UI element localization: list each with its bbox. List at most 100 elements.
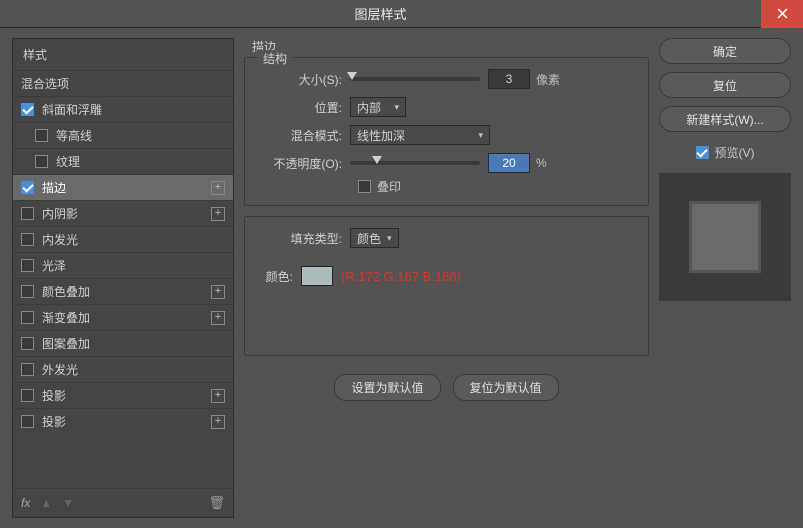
close-button[interactable] xyxy=(761,0,803,28)
size-input[interactable] xyxy=(488,69,530,89)
styles-footer: fx ▲ ▼ 🗑 xyxy=(13,488,233,517)
add-effect-icon[interactable]: + xyxy=(211,415,225,429)
size-row: 大小(S): 像素 xyxy=(255,66,638,92)
effect-checkbox[interactable] xyxy=(21,389,34,402)
effect-checkbox[interactable] xyxy=(21,259,34,272)
effect-label: 图案叠加 xyxy=(42,335,225,352)
trash-icon[interactable]: 🗑 xyxy=(208,495,225,511)
filltype-row: 填充类型: 颜色 ▾ xyxy=(255,225,638,251)
styles-header[interactable]: 样式 xyxy=(13,39,233,70)
effect-label: 颜色叠加 xyxy=(42,283,211,300)
effect-checkbox[interactable] xyxy=(21,337,34,350)
overprint-label: 叠印 xyxy=(377,178,401,195)
chevron-down-icon: ▾ xyxy=(478,130,483,141)
ok-button[interactable]: 确定 xyxy=(659,38,791,64)
position-label: 位置: xyxy=(255,99,350,116)
fill-fieldset: 填充类型: 颜色 ▾ 颜色: (R:172 G:187 B:188) xyxy=(244,216,649,356)
group-title: 描边 xyxy=(252,38,649,55)
effect-label: 纹理 xyxy=(56,153,225,170)
add-effect-icon[interactable]: + xyxy=(211,285,225,299)
chevron-down-icon: ▾ xyxy=(387,233,392,244)
effect-row[interactable]: 内阴影+ xyxy=(13,200,233,226)
add-effect-icon[interactable]: + xyxy=(211,389,225,403)
effect-checkbox[interactable] xyxy=(21,233,34,246)
effect-label: 光泽 xyxy=(42,257,225,274)
effect-row[interactable]: 外发光 xyxy=(13,356,233,382)
effect-row[interactable]: 颜色叠加+ xyxy=(13,278,233,304)
titlebar: 图层样式 xyxy=(0,0,803,28)
down-arrow-icon[interactable]: ▼ xyxy=(62,496,74,510)
effect-checkbox[interactable] xyxy=(21,181,34,194)
cancel-button[interactable]: 复位 xyxy=(659,72,791,98)
blendmode-value: 线性加深 xyxy=(357,127,405,144)
effect-row[interactable]: 渐变叠加+ xyxy=(13,304,233,330)
effect-row[interactable]: 斜面和浮雕 xyxy=(13,96,233,122)
chevron-down-icon: ▾ xyxy=(394,102,399,113)
effect-label: 外发光 xyxy=(42,361,225,378)
set-default-button[interactable]: 设置为默认值 xyxy=(334,374,440,401)
effect-row[interactable]: 图案叠加 xyxy=(13,330,233,356)
blend-options-label: 混合选项 xyxy=(21,75,225,92)
color-row: 颜色: (R:172 G:187 B:188) xyxy=(255,263,638,289)
add-effect-icon[interactable]: + xyxy=(211,311,225,325)
effect-checkbox[interactable] xyxy=(21,103,34,116)
effect-row[interactable]: 投影+ xyxy=(13,382,233,408)
styles-panel: 样式 混合选项 斜面和浮雕等高线纹理描边+内阴影+内发光光泽颜色叠加+渐变叠加+… xyxy=(12,38,234,518)
effect-checkbox[interactable] xyxy=(21,311,34,324)
blendmode-row: 混合模式: 线性加深 ▾ xyxy=(255,122,638,148)
effect-row[interactable]: 等高线 xyxy=(13,122,233,148)
filltype-dropdown[interactable]: 颜色 ▾ xyxy=(350,228,399,248)
action-panel: 确定 复位 新建样式(W)... 预览(V) xyxy=(659,38,791,518)
effect-label: 斜面和浮雕 xyxy=(42,101,225,118)
effect-checkbox[interactable] xyxy=(21,363,34,376)
settings-panel: 描边 结构 大小(S): 像素 位置: 内部 ▾ 混合模式: 线性加深 xyxy=(244,38,649,518)
add-effect-icon[interactable]: + xyxy=(211,207,225,221)
size-label: 大小(S): xyxy=(255,71,350,88)
position-dropdown[interactable]: 内部 ▾ xyxy=(350,97,406,117)
preview-label: 预览(V) xyxy=(715,144,755,161)
opacity-slider[interactable] xyxy=(350,161,480,165)
preview-swatch xyxy=(689,201,761,273)
opacity-input[interactable] xyxy=(488,153,530,173)
preview-box xyxy=(659,173,791,301)
overprint-checkbox[interactable] xyxy=(358,180,371,193)
preview-checkbox[interactable] xyxy=(696,146,709,159)
size-slider[interactable] xyxy=(350,77,480,81)
blendmode-label: 混合模式: xyxy=(255,127,350,144)
window-title: 图层样式 xyxy=(0,4,761,23)
effect-label: 内阴影 xyxy=(42,205,211,222)
effect-row[interactable]: 内发光 xyxy=(13,226,233,252)
filltype-value: 颜色 xyxy=(357,230,381,247)
filltype-label: 填充类型: xyxy=(255,230,350,247)
effect-checkbox[interactable] xyxy=(35,129,48,142)
effect-label: 渐变叠加 xyxy=(42,309,211,326)
slider-thumb-icon[interactable] xyxy=(347,72,357,80)
color-swatch[interactable] xyxy=(301,266,333,286)
up-arrow-icon[interactable]: ▲ xyxy=(40,496,52,510)
slider-thumb-icon[interactable] xyxy=(372,156,382,164)
add-effect-icon[interactable]: + xyxy=(211,181,225,195)
opacity-row: 不透明度(O): % xyxy=(255,150,638,176)
reset-default-button[interactable]: 复位为默认值 xyxy=(453,374,559,401)
effect-checkbox[interactable] xyxy=(35,155,48,168)
color-annotation: (R:172 G:187 B:188) xyxy=(341,269,461,284)
close-icon xyxy=(777,8,788,19)
blendmode-dropdown[interactable]: 线性加深 ▾ xyxy=(350,125,490,145)
effect-row[interactable]: 纹理 xyxy=(13,148,233,174)
effect-label: 投影 xyxy=(42,387,211,404)
effect-row[interactable]: 投影+ xyxy=(13,408,233,434)
effect-checkbox[interactable] xyxy=(21,285,34,298)
effect-row[interactable]: 描边+ xyxy=(13,174,233,200)
effect-label: 等高线 xyxy=(56,127,225,144)
structure-fieldset: 结构 大小(S): 像素 位置: 内部 ▾ 混合模式: 线性加深 ▾ xyxy=(244,57,649,206)
opacity-unit: % xyxy=(536,156,547,170)
effect-checkbox[interactable] xyxy=(21,207,34,220)
fx-icon[interactable]: fx xyxy=(21,496,30,510)
effect-label: 描边 xyxy=(42,179,211,196)
new-style-button[interactable]: 新建样式(W)... xyxy=(659,106,791,132)
structure-legend: 结构 xyxy=(257,50,293,67)
overprint-row: 叠印 xyxy=(358,178,638,195)
effect-row[interactable]: 光泽 xyxy=(13,252,233,278)
blend-options-row[interactable]: 混合选项 xyxy=(13,70,233,96)
effect-checkbox[interactable] xyxy=(21,415,34,428)
